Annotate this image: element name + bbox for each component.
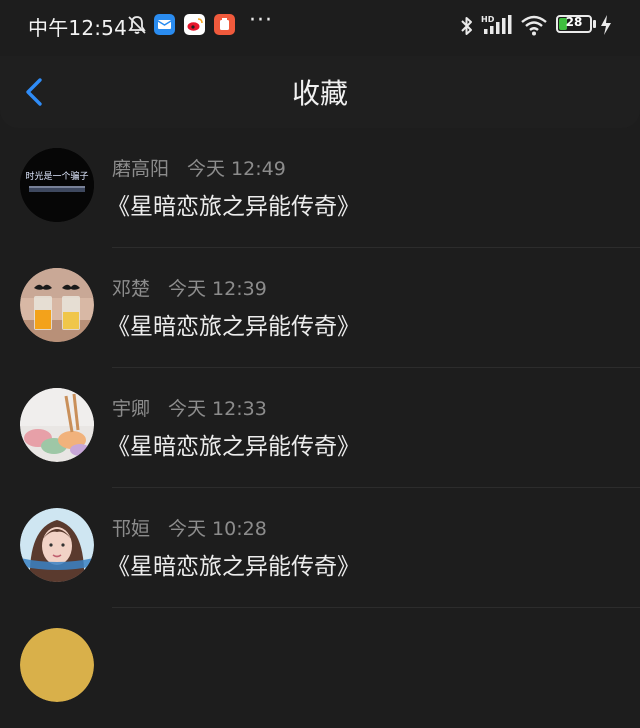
bluetooth-icon — [461, 17, 472, 35]
signal-hd-icon: HD — [481, 15, 512, 34]
timestamp: 今天 12:39 — [168, 278, 267, 300]
list-item[interactable]: 宇卿 今天 12:33 《星暗恋旅之异能传奇》 — [0, 368, 640, 488]
battery-icon: 28 — [556, 15, 592, 33]
status-bar: 中午12:54 ··· HD 28 — [0, 0, 640, 50]
page-title: 收藏 — [291, 77, 348, 110]
item-meta: 邗姮 今天 10:28 — [112, 514, 267, 541]
list-item[interactable]: 时光是一个骗子 磨高阳 今天 12:49 《星暗恋旅之异能传奇》 — [0, 128, 640, 248]
mail-app-icon — [154, 14, 175, 35]
more-notifications-icon: ··· — [249, 8, 273, 33]
author-name[interactable]: 磨高阳 — [112, 158, 169, 180]
header-bar: 收藏 — [0, 56, 640, 128]
battery-cap — [593, 20, 596, 28]
list-item[interactable] — [0, 608, 640, 728]
book-title[interactable]: 《星暗恋旅之异能传奇》 — [107, 547, 360, 581]
weibo-app-icon — [184, 14, 205, 35]
avatar[interactable] — [20, 508, 94, 582]
book-title[interactable]: 《星暗恋旅之异能传奇》 — [107, 187, 360, 221]
list-item[interactable]: 邗姮 今天 10:28 《星暗恋旅之异能传奇》 — [0, 488, 640, 608]
mute-bell-icon — [128, 16, 146, 34]
item-meta: 磨高阳 今天 12:49 — [112, 154, 286, 181]
timestamp: 今天 12:49 — [187, 158, 286, 180]
avatar-caption: 时光是一个骗子 — [25, 170, 88, 182]
author-name[interactable]: 邓楚 — [112, 278, 150, 300]
avatar[interactable] — [20, 628, 94, 702]
status-time: 中午12:54 — [28, 16, 128, 40]
wifi-icon — [521, 15, 547, 36]
avatar[interactable] — [20, 268, 94, 342]
author-name[interactable]: 邗姮 — [112, 518, 150, 540]
battery-level: 28 — [565, 15, 583, 29]
timestamp: 今天 12:33 — [168, 398, 267, 420]
charging-icon — [601, 15, 611, 35]
book-title[interactable]: 《星暗恋旅之异能传奇》 — [107, 427, 360, 461]
avatar[interactable]: 时光是一个骗子 — [20, 148, 94, 222]
author-name[interactable]: 宇卿 — [112, 398, 150, 420]
list-item[interactable]: 邓楚 今天 12:39 《星暗恋旅之异能传奇》 — [0, 248, 640, 368]
book-title[interactable]: 《星暗恋旅之异能传奇》 — [107, 307, 360, 341]
item-meta: 邓楚 今天 12:39 — [112, 274, 267, 301]
timestamp: 今天 10:28 — [168, 518, 267, 540]
tool-app-icon — [214, 14, 235, 35]
avatar[interactable] — [20, 388, 94, 462]
svg-text:HD: HD — [481, 15, 495, 24]
item-meta: 宇卿 今天 12:33 — [112, 394, 267, 421]
